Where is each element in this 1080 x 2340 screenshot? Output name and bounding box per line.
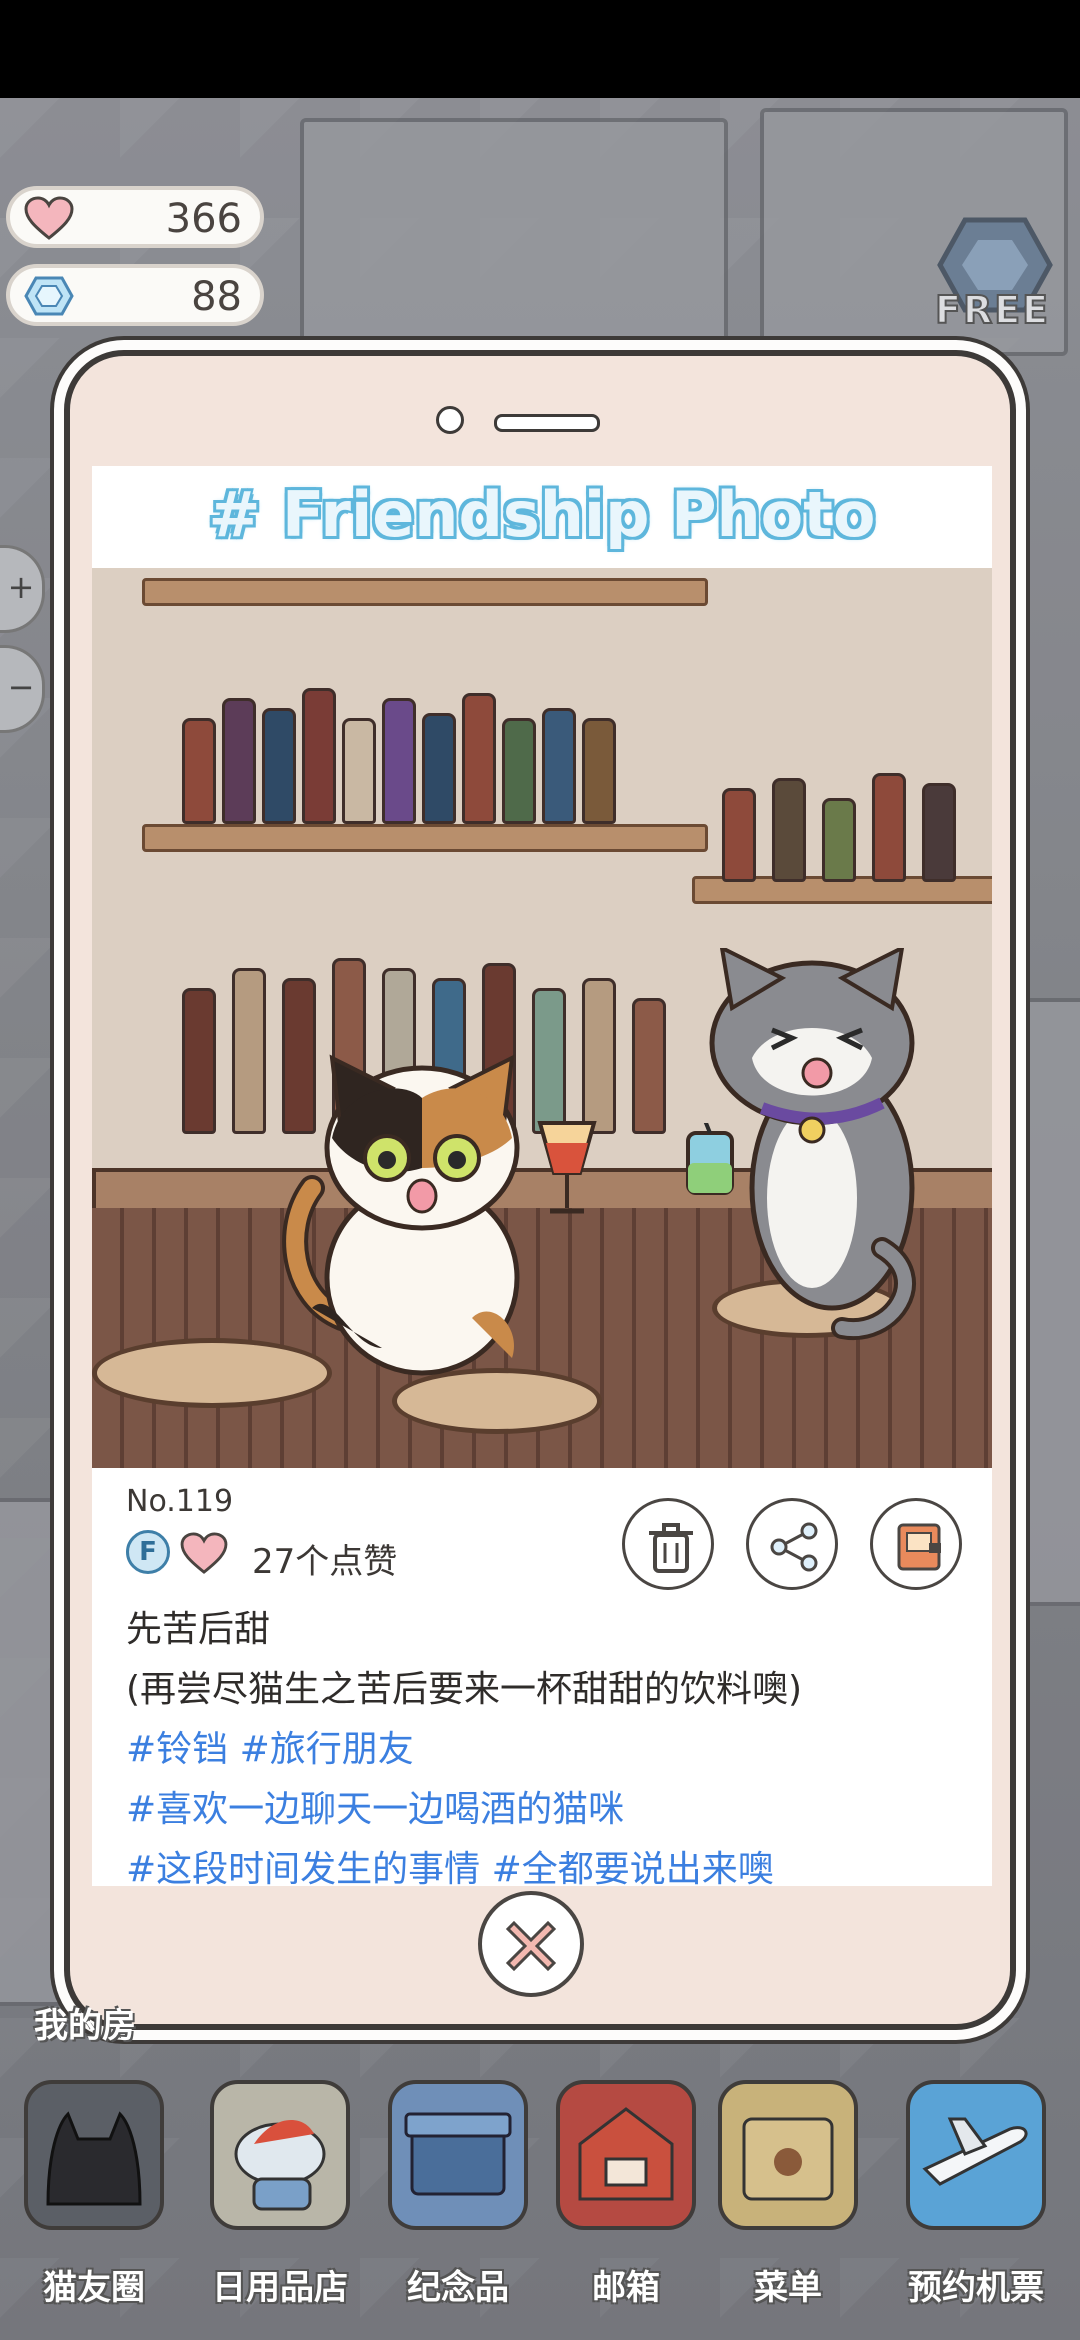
- nav-cat-friends[interactable]: 猫友圈: [14, 2070, 174, 2330]
- friendship-photo-card: # Friendship Photo No.119 F 27个点赞 先苦后甜 (…: [64, 350, 1016, 2030]
- photo-screen: # Friendship Photo No.119 F 27个点赞 先苦后甜 (…: [92, 466, 992, 1886]
- nav-book-flight[interactable]: 预约机票: [896, 2070, 1056, 2330]
- gems-value: 88: [191, 274, 242, 320]
- like-heart-icon[interactable]: [180, 1532, 228, 1574]
- gems-counter: 88: [6, 264, 264, 326]
- photo-number: No.119: [126, 1484, 234, 1519]
- diamond-icon: [24, 276, 74, 316]
- album-button[interactable]: [870, 1498, 962, 1590]
- nav-label: 日用品店: [212, 2268, 348, 2308]
- nav-mailbox[interactable]: 邮箱: [546, 2070, 706, 2330]
- delete-button[interactable]: [622, 1498, 714, 1590]
- calico-cat: [282, 1054, 520, 1376]
- hearts-counter: 366: [6, 186, 264, 248]
- status-bar: [0, 0, 1080, 98]
- nav-label: 预约机票: [908, 2268, 1044, 2308]
- cocktail-glass: [537, 1121, 597, 1214]
- mailbox-icon: [556, 2080, 696, 2230]
- shop-icon: [210, 2080, 350, 2230]
- cat-circle-icon: [24, 2080, 164, 2230]
- heart-icon: [24, 196, 74, 240]
- nav-label: 邮箱: [592, 2268, 660, 2308]
- blue-drink: [686, 1123, 734, 1195]
- free-label[interactable]: FREE: [934, 287, 1050, 333]
- close-button[interactable]: [478, 1891, 584, 1997]
- photo-info: No.119 F 27个点赞 先苦后甜 (再尝尽猫生之苦后要来一杯甜甜的饮料噢)…: [92, 1476, 992, 1886]
- hashtags-line-1[interactable]: #铃铛 #旅行朋友: [126, 1720, 414, 1772]
- phone-camera: [436, 406, 464, 434]
- caption-line-1: 先苦后甜: [126, 1609, 271, 1650]
- hearts-value: 366: [165, 196, 242, 242]
- bottom-nav: 猫友圈 日用品店 纪念品 邮箱 菜单 预约机票: [0, 2050, 1080, 2340]
- nav-menu[interactable]: 菜单: [708, 2070, 868, 2330]
- nav-shop[interactable]: 日用品店: [200, 2070, 360, 2330]
- share-button[interactable]: [746, 1498, 838, 1590]
- my-room-label[interactable]: 我的房: [34, 1998, 136, 2047]
- close-icon: [505, 1920, 557, 1972]
- friendship-photo[interactable]: [92, 568, 992, 1468]
- likes-count: 27个点赞: [252, 1542, 398, 1582]
- souvenir-box-icon: [388, 2080, 528, 2230]
- nav-label: 猫友圈: [43, 2268, 145, 2308]
- hashtags-line-2[interactable]: #喜欢一边聊天一边喝酒的猫咪: [126, 1780, 624, 1832]
- nav-souvenirs[interactable]: 纪念品: [378, 2070, 538, 2330]
- album-book-icon: [897, 1523, 941, 1571]
- nav-label: 菜单: [754, 2268, 822, 2308]
- share-icon: [770, 1522, 818, 1572]
- caption-line-2: (再尝尽猫生之苦后要来一杯甜甜的饮料噢): [126, 1669, 803, 1710]
- hashtags-line-3[interactable]: #这段时间发生的事情 #全都要说出来噢: [126, 1840, 774, 1886]
- phone-speaker: [494, 414, 600, 432]
- trash-icon: [649, 1523, 693, 1573]
- card-title: # Friendship Photo: [208, 478, 876, 551]
- nav-label: 纪念品: [407, 2268, 509, 2308]
- friend-badge-icon: F: [126, 1530, 170, 1574]
- menu-folder-icon: [718, 2080, 858, 2230]
- airplane-icon: [906, 2080, 1046, 2230]
